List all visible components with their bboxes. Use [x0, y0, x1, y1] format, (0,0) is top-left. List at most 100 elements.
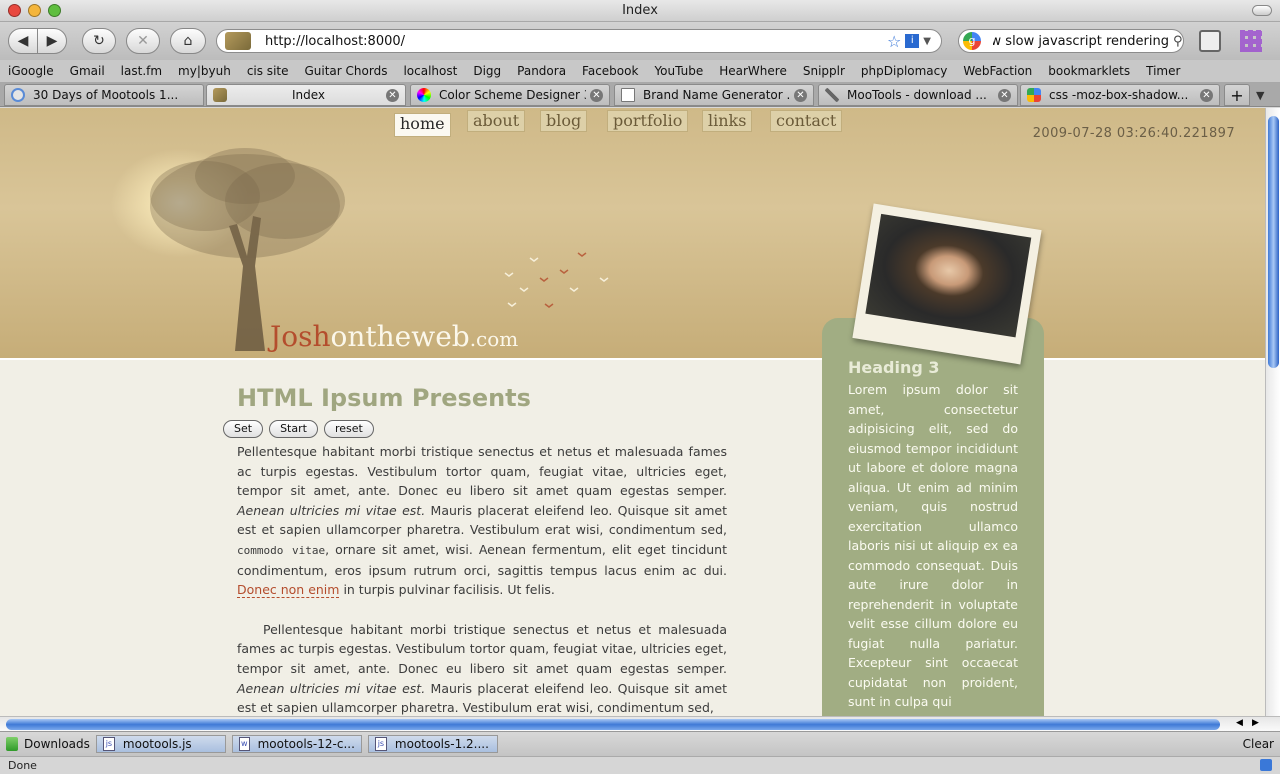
- bookmark-item[interactable]: Guitar Chords: [296, 64, 395, 78]
- tab-mootools-download[interactable]: MooTools - download ... ✕: [818, 84, 1018, 106]
- reload-button[interactable]: ↻: [82, 28, 116, 54]
- tab-color-scheme-designer[interactable]: Color Scheme Designer 3 ✕: [410, 84, 610, 106]
- clear-downloads-button[interactable]: Clear: [1243, 737, 1274, 751]
- tab-label: Brand Name Generator ...: [643, 88, 790, 102]
- scroll-right-icon[interactable]: ▶: [1252, 718, 1259, 728]
- status-bar: Done: [0, 756, 1280, 774]
- site-info-icon[interactable]: i: [905, 34, 920, 48]
- tab-css-box-shadow[interactable]: css -moz-box-shadow... ✕: [1020, 84, 1220, 106]
- tab-label: Color Scheme Designer 3: [439, 88, 586, 102]
- forward-button[interactable]: ▶: [37, 28, 67, 54]
- window-titlebar: Index: [0, 0, 1280, 22]
- mootools-tool-icon: [825, 88, 839, 102]
- download-filename: mootools-12-c...: [257, 737, 355, 751]
- bookmark-item[interactable]: phpDiplomacy: [853, 64, 955, 78]
- color-wheel-icon: [417, 88, 431, 102]
- search-icon[interactable]: ⚲: [1173, 34, 1183, 49]
- close-tab-icon[interactable]: ✕: [386, 88, 399, 102]
- profile-photo: [852, 203, 1042, 365]
- bookmarks-bar: iGoogle Gmail last.fm my|byuh cis site Guitar…: [0, 60, 1280, 83]
- stop-icon: ✕: [137, 33, 149, 49]
- nav-blog-link[interactable]: blog: [540, 110, 588, 132]
- bookmark-item[interactable]: Digg: [465, 64, 509, 78]
- paragraph-1: Pellentesque habitant morbi tristique se…: [237, 442, 727, 600]
- bookmark-item[interactable]: Gmail: [62, 64, 113, 78]
- site-favicon-icon: [213, 88, 227, 102]
- google-search-engine-icon[interactable]: g: [963, 32, 981, 50]
- tab-label: css -moz-box-shadow...: [1049, 88, 1189, 102]
- forward-arrow-icon: ▶: [46, 33, 58, 49]
- nav-portfolio-link[interactable]: portfolio: [607, 110, 689, 132]
- download-item[interactable]: w mootools-12-c...: [231, 735, 362, 753]
- nav-home-link[interactable]: home: [394, 113, 451, 137]
- bookmark-item[interactable]: Timer: [1138, 64, 1188, 78]
- tab-30-days-mootools[interactable]: 30 Days of Mootools 1...: [4, 84, 204, 106]
- tab-label: 30 Days of Mootools 1...: [33, 88, 179, 102]
- url-dropdown-icon[interactable]: ▼: [923, 36, 931, 47]
- paragraph-emphasis: Aenean ultricies mi vitae est.: [237, 502, 426, 518]
- bookmark-item[interactable]: YouTube: [646, 64, 711, 78]
- site-header: home about blog portfolio links contact …: [0, 108, 1265, 360]
- bookmark-item[interactable]: iGoogle: [0, 64, 62, 78]
- bookmark-star-icon[interactable]: ☆: [887, 32, 901, 51]
- home-icon: ⌂: [183, 33, 193, 49]
- web-page: home about blog portfolio links contact …: [0, 108, 1265, 716]
- download-item[interactable]: js mootools.js: [95, 735, 226, 753]
- sidebar-heading: Heading 3: [848, 358, 940, 377]
- bookmark-item[interactable]: Snipplr: [795, 64, 853, 78]
- bookmark-item[interactable]: last.fm: [113, 64, 170, 78]
- close-tab-icon[interactable]: ✕: [998, 88, 1011, 102]
- bookmark-item[interactable]: Facebook: [574, 64, 646, 78]
- bookmark-item[interactable]: my|byuh: [170, 64, 239, 78]
- bookmark-item[interactable]: localhost: [395, 64, 465, 78]
- downloads-label[interactable]: Downloads: [24, 737, 90, 751]
- paragraph-emphasis: Aenean ultricies mi vitae est.: [237, 680, 426, 696]
- horizontal-scroll-thumb[interactable]: [6, 719, 1220, 730]
- paragraph-text: Pellentesque habitant morbi tristique se…: [237, 444, 727, 499]
- back-button[interactable]: ◀: [8, 28, 38, 54]
- downloads-bar: Downloads js mootools.js w mootools-12-c..…: [0, 731, 1280, 756]
- vertical-scroll-thumb[interactable]: [1268, 116, 1279, 368]
- bookmark-item[interactable]: cis site: [239, 64, 297, 78]
- stop-button[interactable]: ✕: [126, 28, 160, 54]
- tab-list-dropdown-icon[interactable]: ▼: [1256, 89, 1264, 102]
- nav-about-link[interactable]: about: [467, 110, 526, 132]
- tab-index[interactable]: Index ✕: [206, 84, 406, 106]
- bookmark-item[interactable]: bookmarklets: [1040, 64, 1138, 78]
- tab-overview-icon[interactable]: [1199, 30, 1221, 52]
- close-tab-icon[interactable]: ✕: [590, 88, 603, 102]
- home-button[interactable]: ⌂: [170, 28, 206, 54]
- sidebar-text: Lorem ipsum dolor sit amet, consectetur …: [848, 382, 1018, 709]
- vertical-scrollbar[interactable]: [1265, 108, 1280, 716]
- tab-brand-name-generator[interactable]: Brand Name Generator ... ✕: [614, 84, 814, 106]
- paragraph-text: Pellentesque habitant morbi tristique se…: [237, 621, 727, 676]
- firebug-icon[interactable]: [1260, 759, 1272, 771]
- start-button[interactable]: Start: [269, 420, 318, 438]
- bookmark-item[interactable]: HearWhere: [711, 64, 795, 78]
- download-item[interactable]: js mootools-1.2....: [367, 735, 498, 753]
- back-arrow-icon: ◀: [17, 33, 29, 49]
- address-bar[interactable]: http://localhost:8000/ ☆ i ▼: [216, 29, 942, 53]
- portrait-image: [865, 213, 1032, 338]
- close-tab-icon[interactable]: ✕: [1200, 88, 1213, 102]
- search-input[interactable]: ow slow javascript rendering: [993, 34, 1169, 49]
- set-button[interactable]: Set: [223, 420, 264, 438]
- apps-grid-icon[interactable]: [1240, 30, 1262, 52]
- nav-links-link[interactable]: links: [702, 110, 753, 132]
- horizontal-scrollbar[interactable]: ◀ ▶: [0, 716, 1280, 731]
- toolbar-toggle-button[interactable]: [1252, 5, 1272, 16]
- scroll-left-icon[interactable]: ◀: [1236, 718, 1243, 728]
- donec-non-enim-link[interactable]: Donec non enim: [237, 582, 340, 599]
- site-logo[interactable]: Joshontheweb.com: [270, 320, 518, 353]
- paragraph-2: Pellentesque habitant morbi tristique se…: [237, 620, 727, 716]
- new-tab-button[interactable]: +: [1224, 84, 1250, 106]
- reset-button[interactable]: reset: [323, 420, 374, 438]
- url-input[interactable]: http://localhost:8000/: [265, 34, 887, 49]
- downloads-icon: [6, 737, 18, 751]
- search-bar[interactable]: g ow slow javascript rendering ⚲: [958, 29, 1184, 53]
- close-tab-icon[interactable]: ✕: [794, 88, 807, 102]
- bookmark-item[interactable]: Pandora: [509, 64, 574, 78]
- reload-icon: ↻: [93, 33, 105, 49]
- nav-contact-link[interactable]: contact: [770, 110, 843, 132]
- bookmark-item[interactable]: WebFaction: [955, 64, 1040, 78]
